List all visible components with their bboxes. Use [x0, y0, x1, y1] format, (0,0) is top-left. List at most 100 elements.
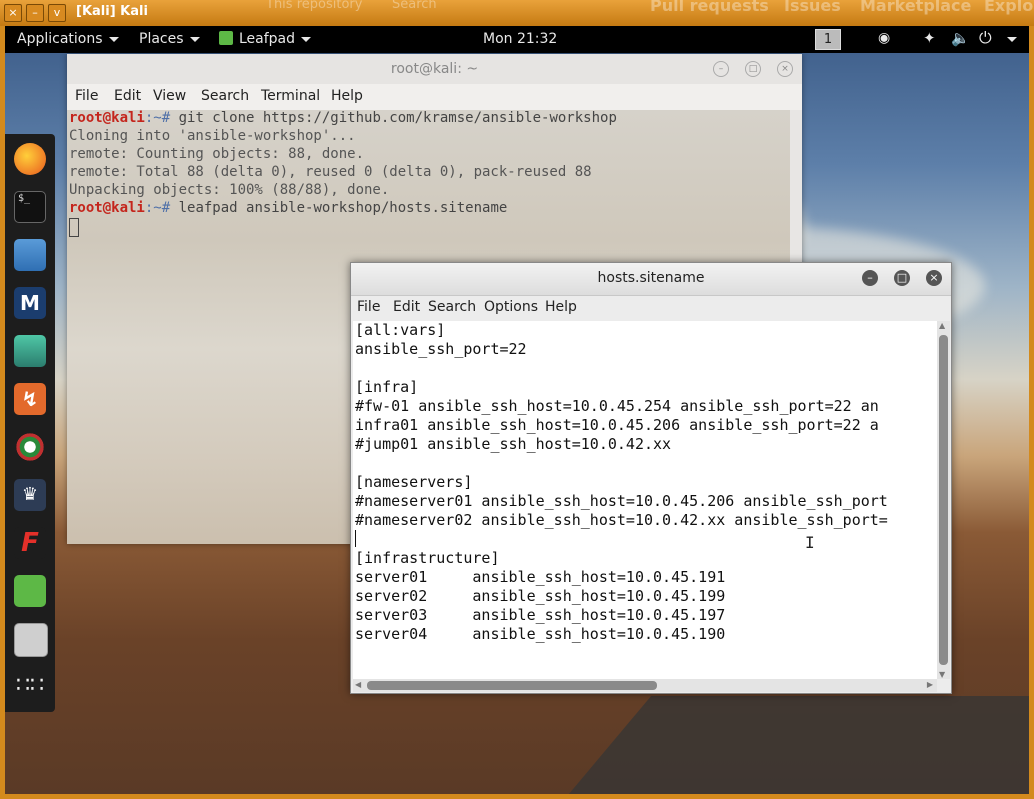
text-line: infra01 ansible_ssh_host=10.0.45.206 ans… [355, 416, 879, 434]
metasploit-icon[interactable]: M [14, 287, 46, 319]
leafpad-icon [219, 31, 233, 45]
terminal-line: Cloning into 'ansible-workshop'... [69, 128, 356, 144]
text-line: ansible_ssh_port=22 [355, 340, 527, 358]
text-line: server03 ansible_ssh_host=10.0.45.197 [355, 606, 726, 624]
menu-search[interactable]: Search [428, 299, 476, 315]
terminal-line: root@kali:~# leafpad ansible-workshop/ho… [69, 200, 508, 216]
menu-file[interactable]: File [75, 88, 98, 104]
chevron-down-icon [108, 36, 119, 42]
wallpaper-road [558, 696, 1029, 794]
armitage-icon[interactable] [14, 335, 46, 367]
menu-edit[interactable]: Edit [393, 299, 420, 315]
beef-icon[interactable]: ♛ [14, 479, 46, 511]
vm-minimize-button[interactable]: – [26, 4, 44, 22]
menu-file[interactable]: File [357, 299, 380, 315]
terminal-icon[interactable]: $_ [14, 191, 46, 223]
close-icon[interactable]: × [926, 270, 942, 286]
menu-view[interactable]: View [153, 88, 186, 104]
workspace-indicator[interactable]: 1 [815, 29, 841, 50]
text-editor-area[interactable]: [all:vars] ansible_ssh_port=22 [infra] #… [353, 321, 937, 679]
clock[interactable]: Mon 21:32 [483, 31, 557, 47]
bg-text: Explo [984, 0, 1034, 15]
minimize-icon[interactable]: – [713, 61, 729, 77]
faraday-icon[interactable]: F [14, 527, 46, 559]
camera-icon[interactable]: ◉ [878, 30, 890, 46]
menu-options[interactable]: Options [484, 299, 538, 315]
leafpad-window: hosts.sitename – □ × File Edit Search Op… [350, 262, 952, 694]
scroll-down-icon[interactable]: ▼ [939, 670, 945, 679]
terminal-line: remote: Total 88 (delta 0), reused 0 (de… [69, 164, 592, 180]
bg-text: Search [392, 0, 437, 12]
places-menu[interactable]: Places [139, 31, 200, 47]
burpsuite-icon[interactable]: ↯ [14, 383, 46, 415]
mouse-ibeam-cursor: I [805, 533, 815, 552]
menu-edit[interactable]: Edit [114, 88, 141, 104]
close-icon[interactable]: × [777, 61, 793, 77]
bg-text: Pull requests [650, 0, 769, 15]
minimize-icon[interactable]: – [862, 270, 878, 286]
scroll-up-icon[interactable]: ▲ [939, 321, 945, 330]
scroll-right-icon[interactable]: ▶ [927, 680, 933, 689]
menu-help[interactable]: Help [545, 299, 577, 315]
show-apps-icon[interactable]: ∷∷ [14, 671, 46, 703]
text-line: server04 ansible_ssh_host=10.0.45.190 [355, 625, 726, 643]
firefox-icon[interactable] [14, 143, 46, 175]
vm-border [1029, 26, 1034, 799]
bg-text: Issues [784, 0, 841, 15]
vm-title: [Kali] Kali [76, 4, 148, 19]
chevron-down-icon [189, 36, 200, 42]
terminal-title: root@kali: ~ [390, 61, 479, 77]
leafpad-titlebar[interactable]: hosts.sitename – □ × [351, 263, 951, 296]
network-icon[interactable]: ✦ [923, 29, 936, 47]
terminal-line: remote: Counting objects: 88, done. [69, 146, 365, 162]
top-panel: Applications Places Leafpad Mon 21:32 1 … [5, 26, 1029, 53]
text-line: [infrastructure] [355, 549, 500, 567]
leafpad-icon[interactable] [14, 575, 46, 607]
vm-maximize-button[interactable]: v [48, 4, 66, 22]
menu-terminal[interactable]: Terminal [261, 88, 320, 104]
text-line: [all:vars] [355, 321, 446, 339]
power-icon[interactable]: ⏻ [979, 28, 992, 48]
text-line: #nameserver01 ansible_ssh_host=10.0.45.2… [355, 492, 888, 510]
maximize-icon[interactable]: □ [894, 270, 910, 286]
text-line: server02 ansible_ssh_host=10.0.45.199 [355, 587, 726, 605]
terminal-line: root@kali:~# git clone https://github.co… [69, 110, 617, 126]
leafpad-title: hosts.sitename [597, 270, 705, 286]
leafpad-menubar: File Edit Search Options Help [351, 295, 951, 321]
chevron-down-icon [301, 36, 312, 42]
system-menu[interactable] [1001, 31, 1017, 47]
desktop: Applications Places Leafpad Mon 21:32 1 … [5, 26, 1029, 794]
text-line: #jump01 ansible_ssh_host=10.0.42.xx [355, 435, 672, 453]
terminal-titlebar[interactable]: root@kali: ~ – □ × [67, 54, 802, 84]
text-cursor [355, 530, 356, 547]
applications-menu[interactable]: Applications [17, 31, 119, 47]
menu-help[interactable]: Help [331, 88, 363, 104]
vertical-scrollbar[interactable]: ▲ ▼ [937, 321, 950, 679]
bg-text: Marketplace [860, 0, 972, 15]
vm-border [0, 794, 1034, 799]
horizontal-scroll-thumb[interactable] [367, 681, 657, 690]
text-line: #fw-01 ansible_ssh_host=10.0.45.254 ansi… [355, 397, 879, 415]
text-line: server01 ansible_ssh_host=10.0.45.191 [355, 568, 726, 586]
horizontal-scrollbar[interactable]: ◀ ▶ [353, 679, 937, 692]
scroll-left-icon[interactable]: ◀ [355, 680, 361, 689]
vm-close-button[interactable]: × [4, 4, 22, 22]
dock: $_ M ↯ ♛ F ∷∷ [5, 134, 55, 712]
terminal-cursor [69, 218, 79, 237]
files-icon[interactable] [14, 239, 46, 271]
volume-icon[interactable]: 🔈 [951, 29, 970, 47]
terminal-line: Unpacking objects: 100% (88/88), done. [69, 182, 390, 198]
text-line: #nameserver02 ansible_ssh_host=10.0.42.x… [355, 511, 888, 529]
text-line: [infra] [355, 378, 419, 396]
chevron-down-icon [1007, 36, 1017, 42]
menu-search[interactable]: Search [201, 88, 249, 104]
maltego-icon[interactable] [14, 431, 46, 463]
vertical-scroll-thumb[interactable] [939, 335, 948, 665]
vm-titlebar: × – v [Kali] Kali This repository Search… [0, 0, 1034, 26]
screenshot-icon[interactable] [14, 623, 48, 657]
maximize-icon[interactable]: □ [745, 61, 761, 77]
leafpad-app-menu[interactable]: Leafpad [219, 31, 312, 47]
bg-text: This repository [266, 0, 363, 12]
text-line: [nameservers] [355, 473, 473, 491]
terminal-menubar: File Edit View Search Terminal Help [67, 84, 802, 110]
